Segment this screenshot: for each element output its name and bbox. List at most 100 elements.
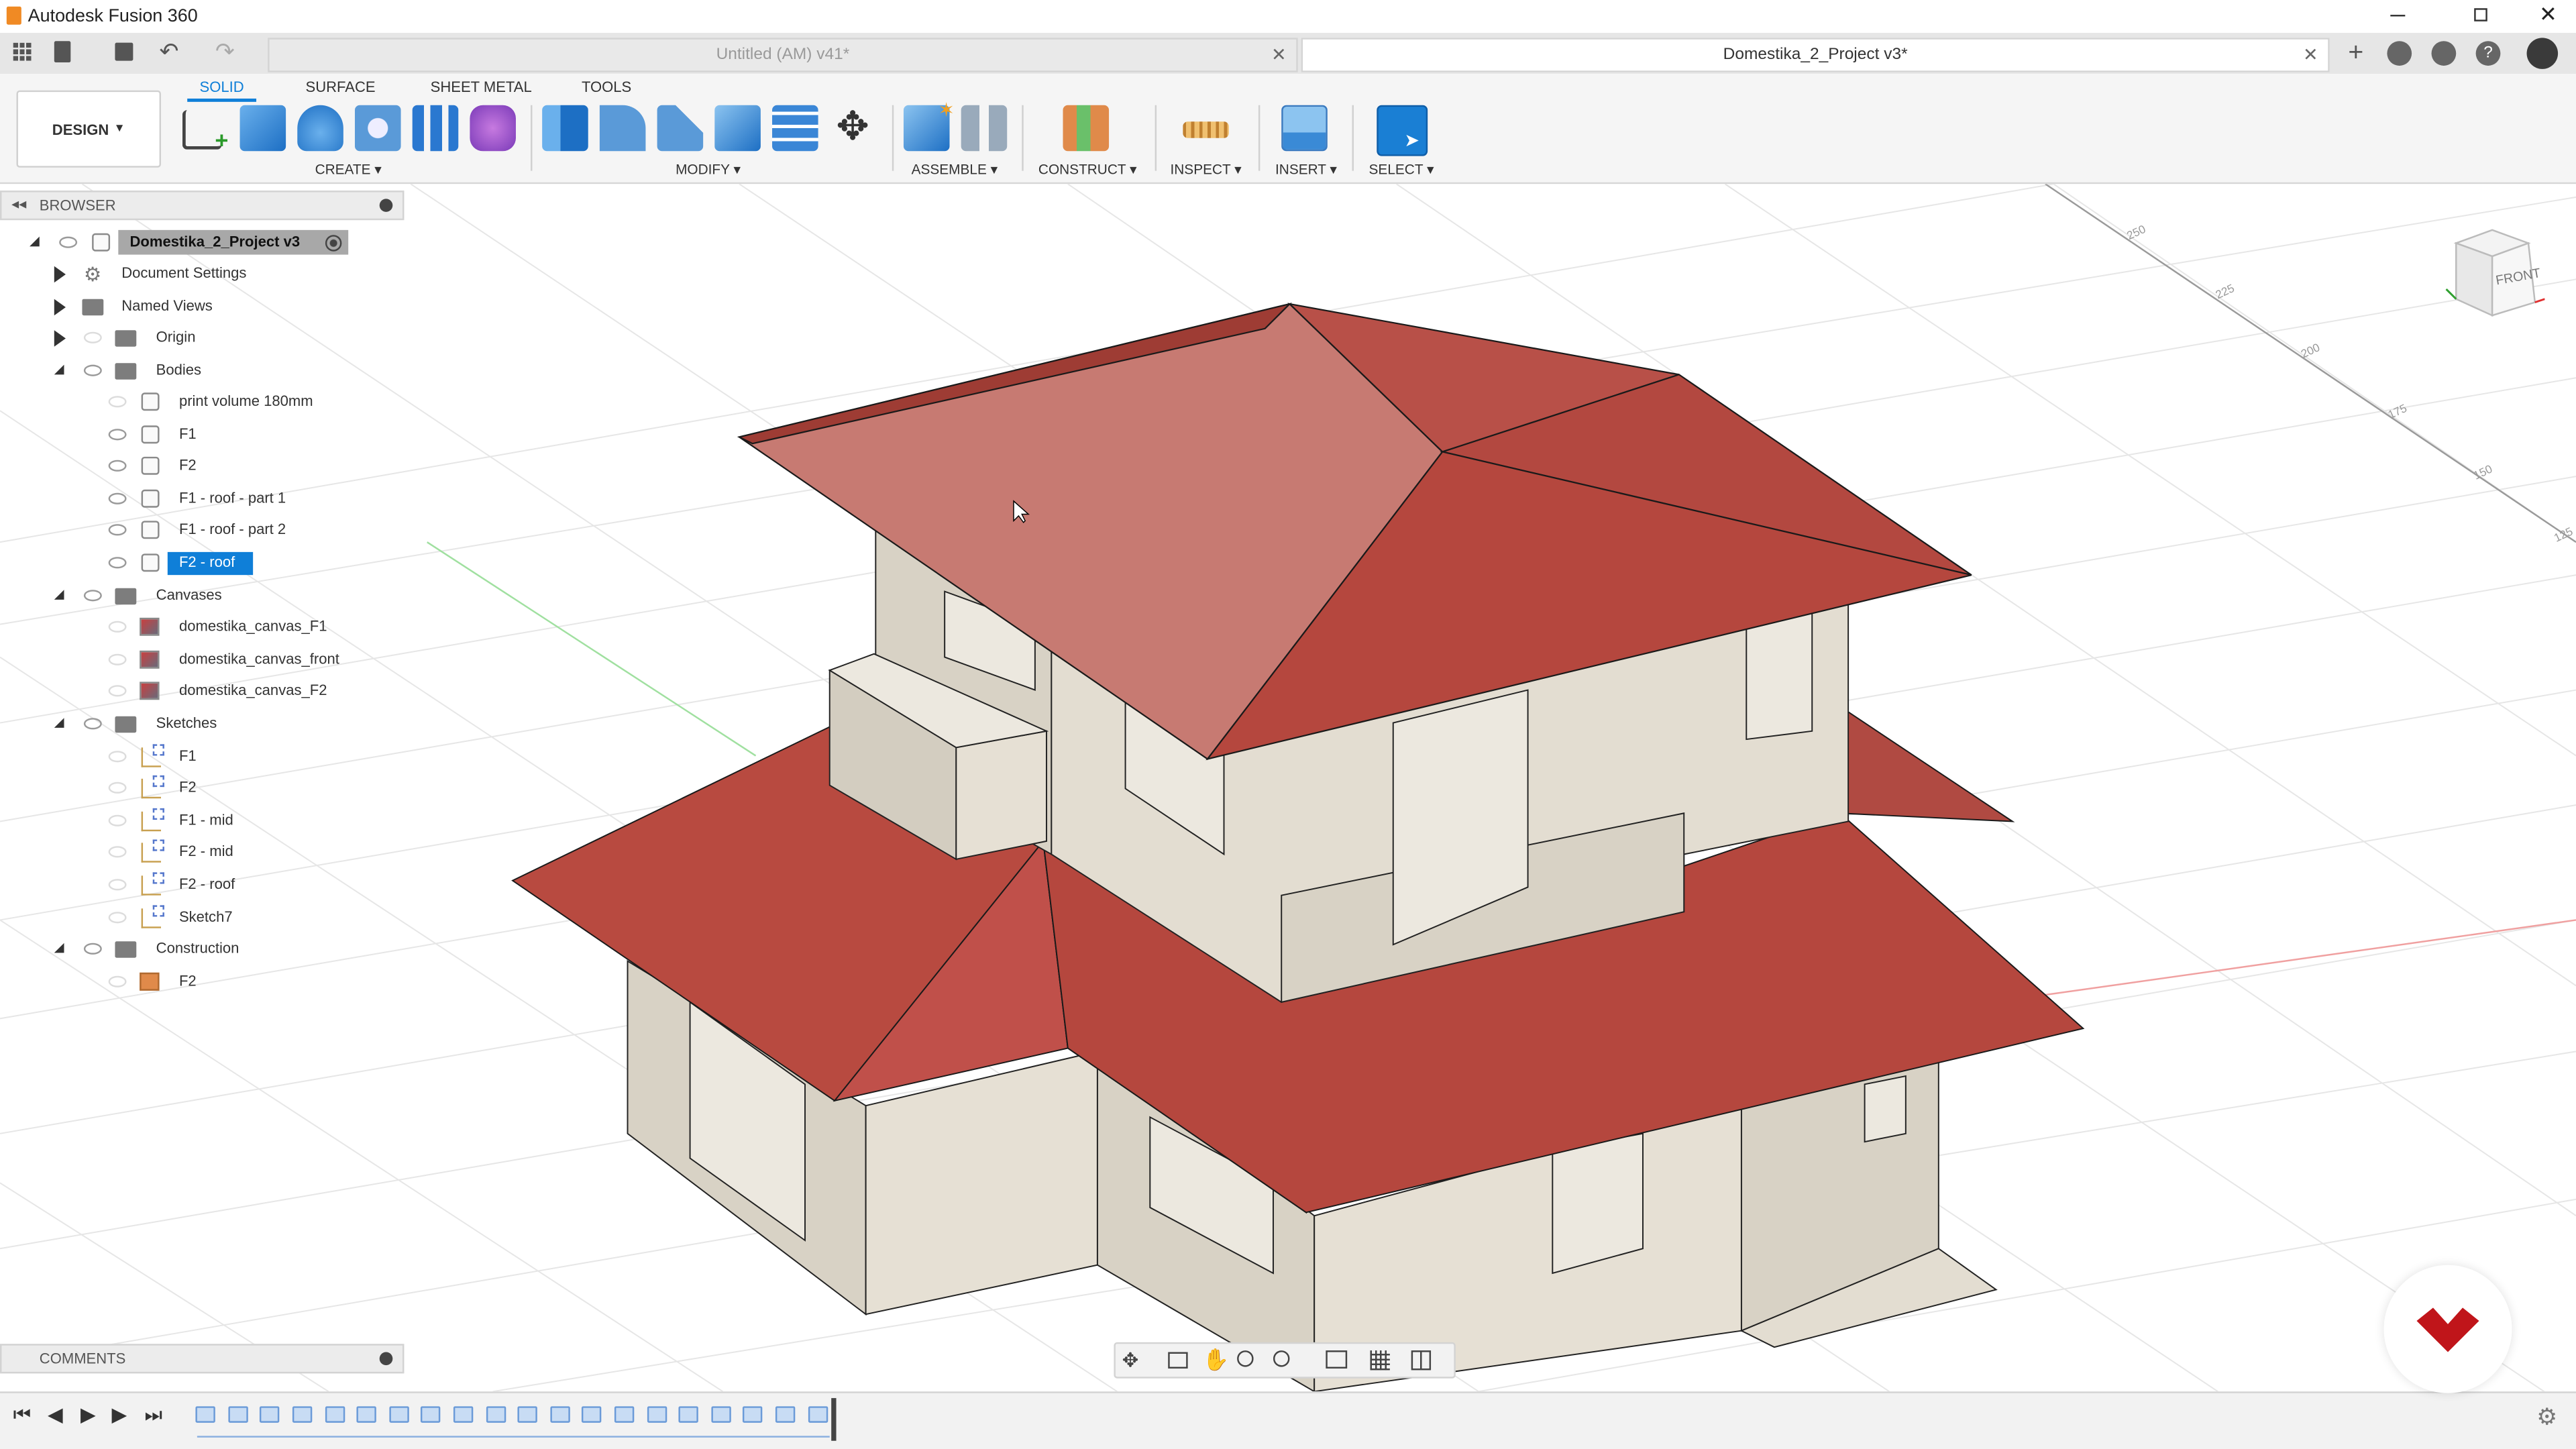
pan-hand-icon[interactable]: ✋ [1203,1347,1230,1373]
joint-icon[interactable] [961,105,1008,152]
go-to-start-icon[interactable]: ⏮ [13,1403,31,1428]
assemble-menu[interactable]: ASSEMBLE ▾ [908,161,1000,179]
create-sketch-icon[interactable]: + [182,110,228,153]
browser-header[interactable]: ◂◂ BROWSER [0,191,405,221]
save-icon[interactable] [115,42,133,61]
timeline-feature[interactable] [775,1406,796,1423]
collapse-panel-icon[interactable]: ◂◂ [11,195,26,213]
minimize-button[interactable] [2385,3,2412,26]
timeline-feature[interactable] [356,1406,376,1423]
tab-solid[interactable]: SOLID [187,79,257,102]
timeline-feature[interactable] [259,1406,280,1423]
visibility-icon[interactable] [59,236,78,248]
visibility-icon[interactable] [108,846,127,858]
chamfer-icon[interactable] [657,105,704,152]
timeline-feature[interactable] [711,1406,731,1423]
browser-root[interactable]: Domestika_2_Project v3 [30,228,407,258]
visibility-icon[interactable] [108,492,127,504]
visibility-icon[interactable] [108,653,127,665]
notifications-icon[interactable] [2431,41,2457,66]
visibility-icon[interactable] [108,685,127,697]
tab-close-icon[interactable]: ✕ [2303,44,2318,66]
visibility-icon[interactable] [108,782,127,794]
tab-close-icon[interactable]: ✕ [1271,44,1287,66]
activate-radio-icon[interactable] [325,235,342,252]
step-back-icon[interactable]: ◀ [48,1403,63,1426]
add-comment-icon[interactable] [379,1352,393,1366]
move-icon[interactable]: ✥ [830,105,876,152]
fit-icon[interactable] [1273,1350,1290,1367]
expand-icon[interactable] [30,236,40,247]
press-pull-icon[interactable] [542,105,588,152]
timeline-feature[interactable] [292,1406,313,1423]
close-window-button[interactable]: ✕ [2535,1,2561,28]
view-cube[interactable]: FRONT [2443,223,2545,325]
expand-icon[interactable] [54,266,66,283]
create-menu[interactable]: CREATE ▾ [312,161,384,179]
visibility-icon[interactable] [108,879,127,891]
construct-menu[interactable]: CONSTRUCT ▾ [1036,161,1138,179]
model-viewport-svg[interactable]: 250 225 200 175 150 125 [0,184,2576,1392]
visibility-icon[interactable] [108,814,127,826]
grid-settings-icon[interactable] [1370,1350,1390,1371]
split-body-icon[interactable] [772,105,818,152]
undo-icon[interactable]: ↶ [160,38,179,66]
canvas-viewport[interactable]: 250 225 200 175 150 125 [0,184,2576,1392]
visibility-icon[interactable] [108,621,127,633]
comments-panel[interactable]: COMMENTS [0,1344,405,1374]
shell-icon[interactable] [714,105,761,152]
timeline-feature[interactable] [742,1406,763,1423]
tab-untitled[interactable]: Untitled (AM) v41* ✕ [268,38,1298,72]
restore-button[interactable] [2467,3,2493,26]
insert-image-icon[interactable] [1281,105,1328,152]
help-icon[interactable]: ? [2475,41,2501,66]
visibility-icon[interactable] [108,460,127,472]
expand-icon[interactable] [54,299,66,316]
timeline-feature[interactable] [389,1406,409,1423]
select-menu[interactable]: SELECT ▾ [1367,161,1436,179]
expand-icon[interactable] [54,364,64,375]
offset-plane-icon[interactable] [1063,105,1110,152]
inspect-menu[interactable]: INSPECT ▾ [1167,161,1246,179]
timeline-feature[interactable] [420,1406,441,1423]
workspace-switcher[interactable]: DESIGN ▼ [16,90,162,168]
select-icon[interactable]: ➤ [1377,105,1428,156]
extrude-icon[interactable] [239,105,286,152]
revolve-icon[interactable] [297,105,343,152]
tab-sheet-metal[interactable]: SHEET METAL [431,79,532,95]
measure-icon[interactable] [1183,121,1229,138]
timeline-feature[interactable] [453,1406,474,1423]
timeline-feature[interactable] [517,1406,537,1423]
timeline-feature[interactable] [808,1406,828,1423]
user-avatar[interactable] [2526,38,2559,69]
expand-icon[interactable] [54,718,64,728]
redo-icon[interactable]: ↷ [215,38,235,66]
tab-surface[interactable]: SURFACE [306,79,376,95]
timeline-feature[interactable] [195,1406,215,1423]
timeline-settings-gear-icon[interactable]: ⚙ [2536,1403,2557,1431]
expand-icon[interactable] [54,943,64,953]
visibility-icon[interactable] [108,975,127,987]
step-forward-icon[interactable]: ▶ [112,1403,127,1426]
create-form-icon[interactable] [470,105,516,152]
tab-tools[interactable]: TOOLS [582,79,631,95]
visibility-icon[interactable] [83,364,102,376]
file-menu-icon[interactable] [54,41,71,63]
visibility-icon[interactable] [108,912,127,924]
timeline-feature[interactable] [228,1406,248,1423]
visibility-icon[interactable] [108,396,127,408]
browser-pin-icon[interactable] [379,199,393,212]
visibility-icon[interactable] [83,718,102,730]
new-tab-button[interactable]: + [2341,40,2371,69]
job-status-icon[interactable] [2387,41,2412,66]
visibility-icon[interactable] [83,943,102,955]
visibility-icon[interactable] [108,557,127,569]
timeline-feature[interactable] [550,1406,570,1423]
visibility-icon[interactable] [108,429,127,441]
orbit-icon[interactable]: ✥ [1122,1349,1139,1372]
hole-icon[interactable] [354,105,401,152]
viewports-icon[interactable] [1411,1350,1432,1371]
visibility-icon[interactable] [108,524,127,536]
visibility-icon[interactable] [83,331,102,343]
modify-menu[interactable]: MODIFY ▾ [670,161,746,179]
